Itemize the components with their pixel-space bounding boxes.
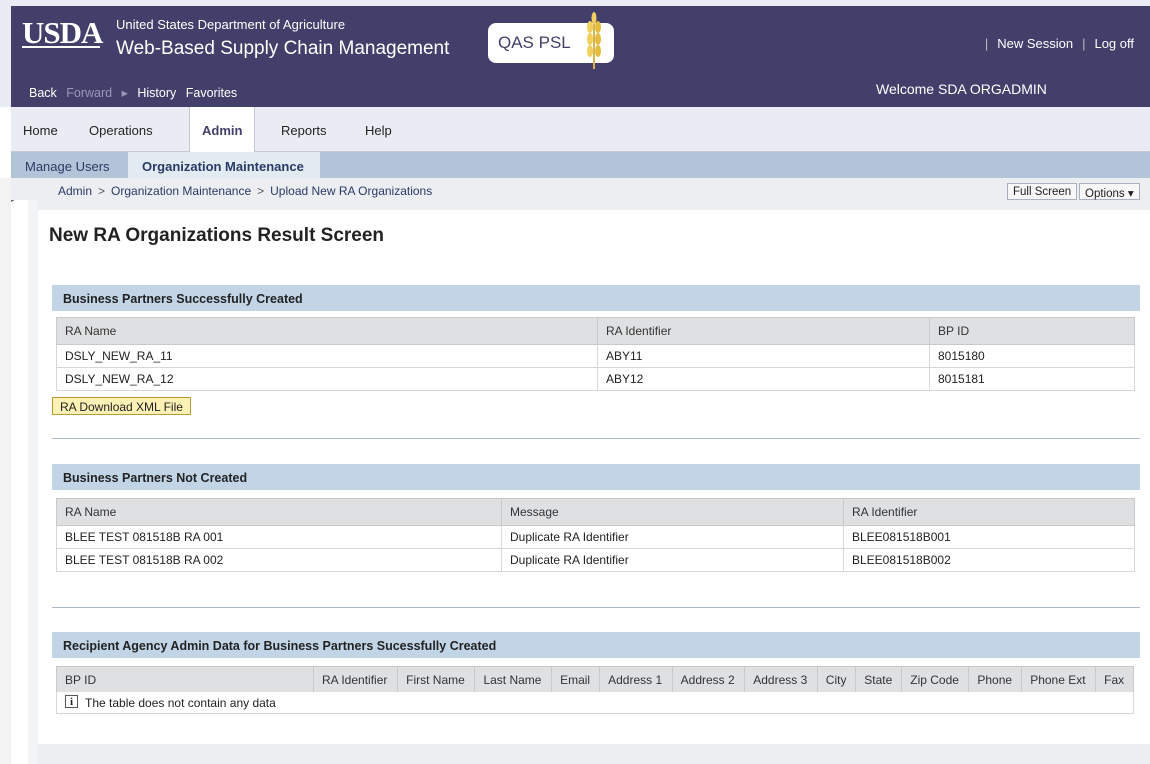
column-header[interactable]: Address 1: [599, 666, 673, 694]
column-header[interactable]: Message: [501, 498, 844, 526]
table-row[interactable]: BLEE TEST 081518B RA 001 Duplicate RA Id…: [56, 525, 1135, 549]
cell: DSLY_NEW_RA_11: [56, 344, 598, 368]
column-header[interactable]: RA Identifier: [597, 317, 930, 345]
column-header[interactable]: RA Name: [56, 498, 502, 526]
tab-help[interactable]: Help: [365, 123, 392, 138]
column-header[interactable]: RA Identifier: [843, 498, 1135, 526]
created-table: RA Name RA Identifier BP ID DSLY_NEW_RA_…: [56, 317, 1135, 391]
new-session-link[interactable]: New Session: [997, 36, 1073, 51]
back-link[interactable]: Back: [29, 86, 57, 100]
breadcrumb: Admin > Organization Maintenance > Upload Ne…: [58, 184, 433, 198]
cell: Duplicate RA Identifier: [501, 548, 844, 572]
download-xml-button[interactable]: RA Download XML File: [52, 397, 191, 415]
not-created-table: RA Name Message RA Identifier BLEE TEST …: [56, 498, 1135, 572]
content-frame-top: [38, 200, 1150, 210]
empty-text: The table does not contain any data: [85, 696, 276, 710]
table-row[interactable]: DSLY_NEW_RA_12 ABY12 8015181: [56, 367, 1135, 391]
breadcrumb-org-maintenance[interactable]: Organization Maintenance: [111, 184, 251, 198]
section-not-created-header: Business Partners Not Created: [52, 464, 1140, 490]
tab-home[interactable]: Home: [23, 123, 58, 138]
column-header[interactable]: Fax: [1095, 666, 1134, 694]
divider: [52, 607, 1140, 608]
cell: 8015181: [929, 367, 1135, 391]
column-header[interactable]: Last Name: [474, 666, 553, 694]
breadcrumb-admin[interactable]: Admin: [58, 184, 92, 198]
options-button[interactable]: Options ▾: [1079, 183, 1140, 200]
column-header[interactable]: BP ID: [929, 317, 1135, 345]
info-icon: i: [65, 695, 78, 708]
agency-name: United States Department of Agriculture: [116, 17, 346, 32]
left-rail: [0, 178, 11, 764]
sub-tabs: Manage Users Organization Maintenance: [11, 152, 1150, 178]
cell: BLEE TEST 081518B RA 002: [56, 548, 502, 572]
tab-admin[interactable]: Admin: [189, 107, 256, 152]
tab-operations[interactable]: Operations: [89, 123, 153, 138]
column-header[interactable]: State: [855, 666, 903, 694]
subtab-organization-maintenance[interactable]: Organization Maintenance: [128, 152, 320, 178]
column-header[interactable]: Address 2: [671, 666, 746, 694]
environment-badge: QAS PSL: [488, 12, 614, 69]
cell: BLEE TEST 081518B RA 001: [56, 525, 502, 549]
column-header[interactable]: RA Identifier: [312, 666, 399, 694]
table-row[interactable]: DSLY_NEW_RA_11 ABY11 8015180: [56, 344, 1135, 368]
welcome-text: Welcome SDA ORGADMIN: [876, 81, 1047, 97]
app-title: Web-Based Supply Chain Management: [116, 38, 450, 59]
favorites-link[interactable]: Favorites: [186, 86, 237, 100]
admin-data-table: BP ID RA Identifier First Name Last Name…: [56, 666, 1134, 694]
column-header[interactable]: Address 3: [744, 666, 818, 694]
cell: 8015180: [929, 344, 1135, 368]
main-tabs: Home Operations Admin Reports Help: [11, 107, 1150, 152]
cell: BLEE081518B002: [843, 548, 1135, 572]
empty-table-message: i The table does not contain any data: [56, 692, 1134, 714]
usda-logo: USDA: [22, 15, 103, 50]
cell: BLEE081518B001: [843, 525, 1135, 549]
divider: [52, 438, 1140, 439]
column-header[interactable]: Phone Ext: [1021, 666, 1097, 694]
column-header[interactable]: RA Name: [56, 317, 598, 345]
column-header[interactable]: First Name: [397, 666, 476, 694]
content-frame-bottom: [38, 744, 1150, 764]
table-row[interactable]: BLEE TEST 081518B RA 002 Duplicate RA Id…: [56, 548, 1135, 572]
column-header[interactable]: Zip Code: [901, 666, 970, 694]
cell: Duplicate RA Identifier: [501, 525, 844, 549]
column-header[interactable]: BP ID: [56, 666, 314, 694]
section-created-header: Business Partners Successfully Created: [52, 285, 1140, 311]
tab-reports[interactable]: Reports: [281, 123, 327, 138]
cell: ABY11: [597, 344, 930, 368]
page-title: New RA Organizations Result Screen: [49, 225, 385, 246]
column-header[interactable]: Email: [551, 666, 601, 694]
content-frame-left: [28, 200, 38, 764]
full-screen-button[interactable]: Full Screen: [1007, 183, 1078, 200]
cell: ABY12: [597, 367, 930, 391]
log-off-link[interactable]: Log off: [1094, 36, 1134, 51]
history-link[interactable]: History: [137, 86, 176, 100]
column-header[interactable]: City: [816, 666, 857, 694]
logo-underline: [22, 46, 100, 48]
history-nav: Back Forward ▸ History Favorites: [29, 85, 243, 100]
environment-label: QAS PSL: [498, 33, 571, 52]
column-header[interactable]: Phone: [968, 666, 1023, 694]
forward-link[interactable]: Forward ▸: [66, 86, 128, 100]
breadcrumb-current: Upload New RA Organizations: [270, 184, 433, 198]
subtab-manage-users[interactable]: Manage Users: [25, 159, 110, 174]
wheat-icon: [587, 12, 601, 69]
section-admin-data-header: Recipient Agency Admin Data for Business…: [52, 632, 1140, 658]
top-links: | New Session | Log off: [984, 36, 1134, 51]
cell: DSLY_NEW_RA_12: [56, 367, 598, 391]
